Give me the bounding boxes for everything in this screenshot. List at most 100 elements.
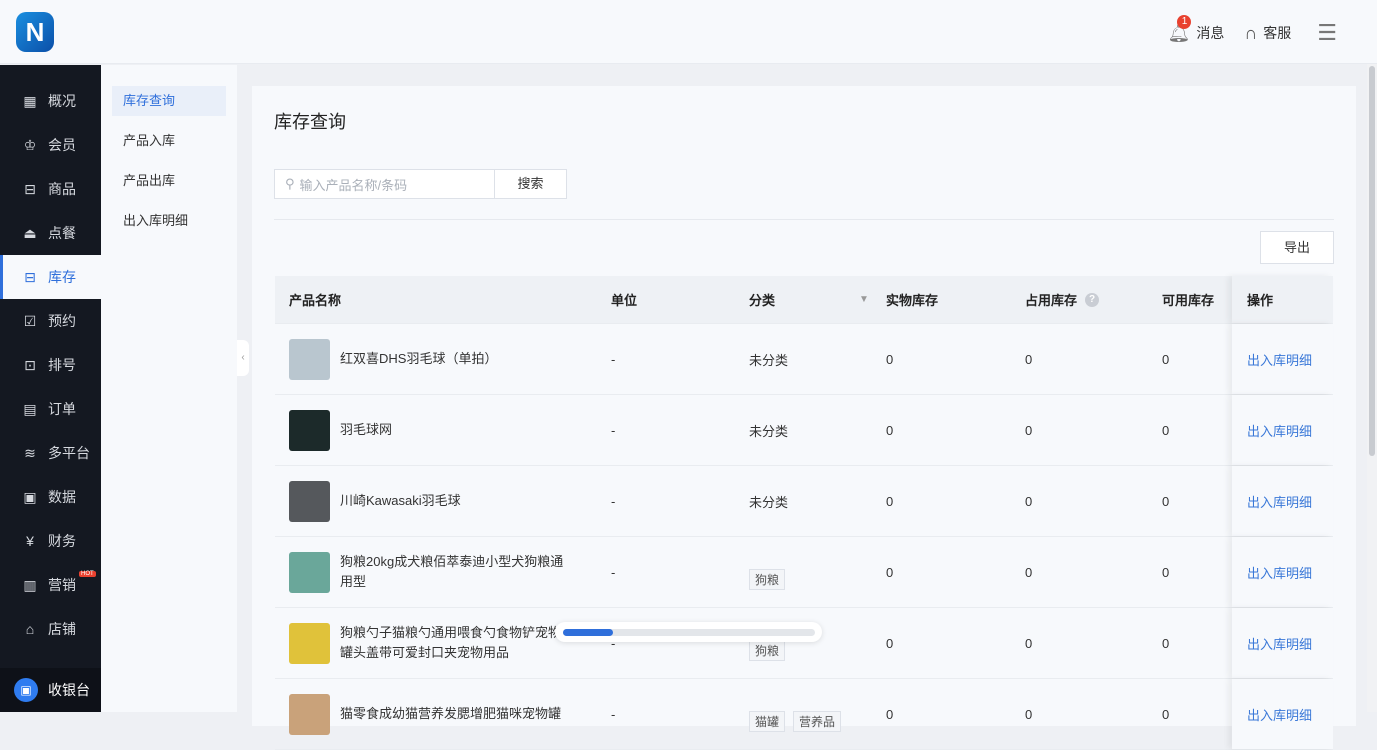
product-name: 羽毛球网	[340, 420, 570, 440]
col-occupied-label: 占用库存	[1025, 290, 1077, 309]
product-thumbnail	[289, 481, 330, 522]
order-icon: ▤	[22, 401, 38, 418]
export-button[interactable]: 导出	[1260, 231, 1334, 264]
nav-item-8[interactable]: ≋ 多平台	[0, 431, 101, 475]
nav-item-11[interactable]: ▥ 营销	[0, 563, 101, 607]
available-stock: 0	[1162, 537, 1169, 607]
category: 狗粮	[749, 608, 793, 678]
stock-detail-link[interactable]: 出入库明细	[1247, 563, 1312, 582]
subnav-item-2[interactable]: 产品出库	[112, 166, 226, 196]
nav-item-9[interactable]: ▣数据	[0, 475, 101, 519]
layers-icon: ≋	[22, 445, 38, 462]
product-name: 川崎Kawasaki羽毛球	[340, 491, 570, 511]
col-available: 可用库存	[1162, 276, 1214, 323]
col-category: 分类▼	[749, 276, 775, 323]
col-action: 操作	[1232, 276, 1333, 323]
category-tag: 营养品	[793, 711, 841, 732]
nav-item-1[interactable]: ♔会员	[0, 123, 101, 167]
nav-item-label: 多平台	[48, 443, 90, 463]
product-name: 猫零食成幼猫营养发腮增肥猫咪宠物罐	[340, 704, 570, 724]
nav-item-4[interactable]: ⊟库存	[0, 255, 101, 299]
nav-item-2[interactable]: ⊟ 商品	[0, 167, 101, 211]
physical-stock: 0	[886, 395, 893, 465]
app-logo[interactable]: N	[16, 12, 54, 52]
stock-detail-link[interactable]: 出入库明细	[1247, 634, 1312, 653]
table-row: 川崎Kawasaki羽毛球 - 未分类 0 0 0 出入库明细	[275, 466, 1333, 537]
collapse-sidebar-button[interactable]: ‹	[237, 340, 249, 376]
col-available-label: 可用库存	[1162, 290, 1214, 309]
messages-button[interactable]: 🔔︎ 1 消息	[1167, 23, 1224, 44]
nav-item-label: 商品	[48, 179, 76, 199]
nav-item-label: 预约	[48, 311, 76, 331]
product-name: 狗粮勺子猫粮勺通用喂食勺食物铲宠物罐头盖带可爱封口夹宠物用品	[340, 623, 570, 663]
scrollbar[interactable]	[1367, 64, 1377, 712]
col-name: 产品名称	[289, 276, 589, 323]
divider	[274, 219, 1334, 220]
cashier-button[interactable]: ▣ 收银台	[0, 668, 101, 712]
nav-item-12[interactable]: ⌂店铺	[0, 607, 101, 651]
search-button[interactable]: 搜索	[494, 169, 567, 199]
stock-detail-link[interactable]: 出入库明细	[1247, 705, 1312, 724]
nav-item-3[interactable]: ⏏点餐	[0, 211, 101, 255]
col-occupied: 占用库存?	[1025, 276, 1099, 323]
hot-badge: HOT	[79, 571, 96, 577]
unit: -	[611, 608, 615, 678]
progress-fill	[563, 629, 613, 636]
nav-item-label: 库存	[48, 267, 76, 287]
page-title: 库存查询	[274, 108, 346, 134]
nav-item-10[interactable]: ¥财务	[0, 519, 101, 563]
cashier-icon: ▣	[14, 678, 38, 702]
nav-item-label: 财务	[48, 531, 76, 551]
col-category-label: 分类	[749, 290, 775, 309]
nav-item-label: 排号	[48, 355, 76, 375]
customer-service-button[interactable]: ∩ 客服	[1244, 23, 1291, 44]
available-stock: 0	[1162, 324, 1169, 394]
subnav-item-0[interactable]: 库存查询	[112, 86, 226, 116]
nav-item-0[interactable]: ▦ 概况	[0, 79, 101, 123]
unit: -	[611, 466, 615, 536]
ticket-icon: ⊡	[22, 357, 38, 374]
physical-stock: 0	[886, 679, 893, 749]
filter-icon[interactable]: ▼	[859, 294, 869, 305]
search-input[interactable]: ⚲ 输入产品名称/条码	[274, 169, 495, 199]
table-row: 猫零食成幼猫营养发腮增肥猫咪宠物罐 - 猫罐营养品 0 0 0 出入库明细	[275, 679, 1333, 750]
grid-icon: ▦	[22, 93, 38, 110]
nav-item-label: 概况	[48, 91, 76, 111]
category-tag: 猫罐	[749, 711, 785, 732]
nav-item-label: 店铺	[48, 619, 76, 639]
available-stock: 0	[1162, 395, 1169, 465]
physical-stock: 0	[886, 324, 893, 394]
product-name: 红双喜DHS羽毛球（单拍）	[340, 349, 570, 369]
messages-label: 消息	[1196, 23, 1224, 43]
search-icon: ⚲	[285, 176, 295, 192]
subnav-item-3[interactable]: 出入库明细	[112, 206, 226, 236]
category-label: 未分类	[749, 350, 788, 369]
category-tag: 狗粮	[749, 569, 785, 590]
stock-detail-link[interactable]: 出入库明细	[1247, 421, 1312, 440]
nav-item-label: 营销	[48, 575, 76, 595]
subnav-item-1[interactable]: 产品入库	[112, 126, 226, 156]
product-thumbnail	[289, 552, 330, 593]
product-name: 狗粮20kg成犬粮佰萃泰迪小型犬狗粮通用型	[340, 552, 570, 592]
table-row: 羽毛球网 - 未分类 0 0 0 出入库明细	[275, 395, 1333, 466]
unit: -	[611, 537, 615, 607]
occupied-stock: 0	[1025, 679, 1032, 749]
nav-item-label: 数据	[48, 487, 76, 507]
menu-icon[interactable]: ☰	[1317, 20, 1337, 46]
available-stock: 0	[1162, 466, 1169, 536]
marketing-icon: ▥	[22, 577, 38, 594]
unit: -	[611, 679, 615, 749]
store-icon: ⊟	[22, 181, 38, 198]
nav-item-6[interactable]: ⊡ 排号	[0, 343, 101, 387]
nav-item-5[interactable]: ☑预约	[0, 299, 101, 343]
nav-item-label: 点餐	[48, 223, 76, 243]
stock-detail-link[interactable]: 出入库明细	[1247, 350, 1312, 369]
nav-item-7[interactable]: ▤订单	[0, 387, 101, 431]
col-physical: 实物库存	[886, 276, 938, 323]
category: 未分类	[749, 395, 788, 465]
stock-detail-link[interactable]: 出入库明细	[1247, 492, 1312, 511]
physical-stock: 0	[886, 608, 893, 678]
table-row: 狗粮20kg成犬粮佰萃泰迪小型犬狗粮通用型 - 狗粮 0 0 0 出入库明细	[275, 537, 1333, 608]
help-icon[interactable]: ?	[1085, 293, 1099, 307]
category-label: 未分类	[749, 421, 788, 440]
